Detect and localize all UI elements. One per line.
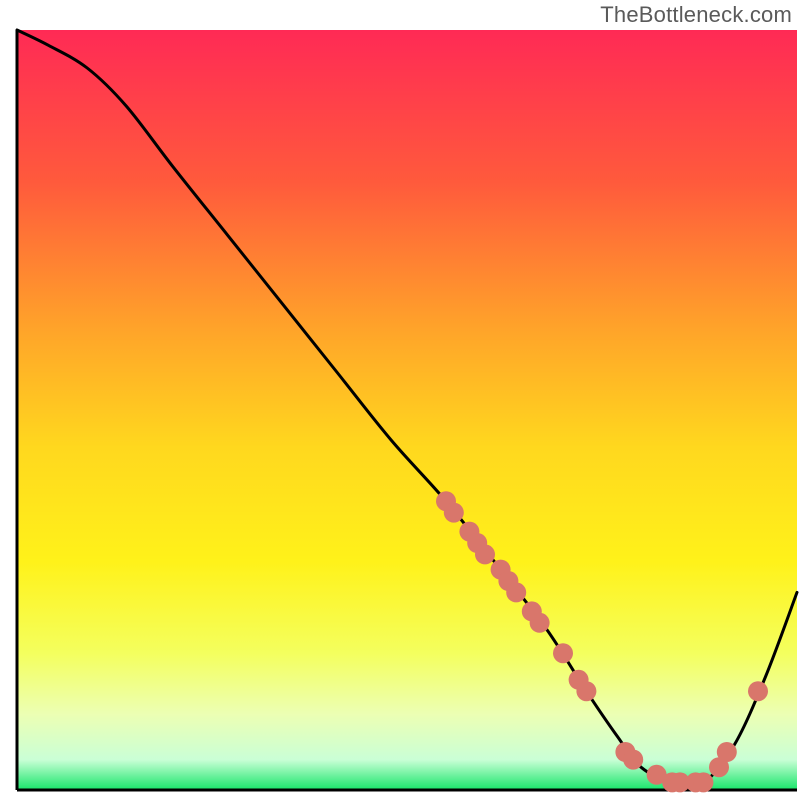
marker-point: [553, 643, 573, 663]
marker-point: [506, 582, 526, 602]
marker-point: [748, 681, 768, 701]
marker-point: [475, 544, 495, 564]
marker-point: [530, 613, 550, 633]
marker-point: [444, 503, 464, 523]
watermark-text: TheBottleneck.com: [600, 2, 792, 28]
marker-point: [693, 772, 713, 792]
marker-point: [717, 742, 737, 762]
chart-frame: TheBottleneck.com: [0, 0, 800, 800]
bottleneck-chart: [0, 0, 800, 800]
marker-point: [623, 750, 643, 770]
marker-point: [576, 681, 596, 701]
gradient-background: [17, 30, 797, 790]
